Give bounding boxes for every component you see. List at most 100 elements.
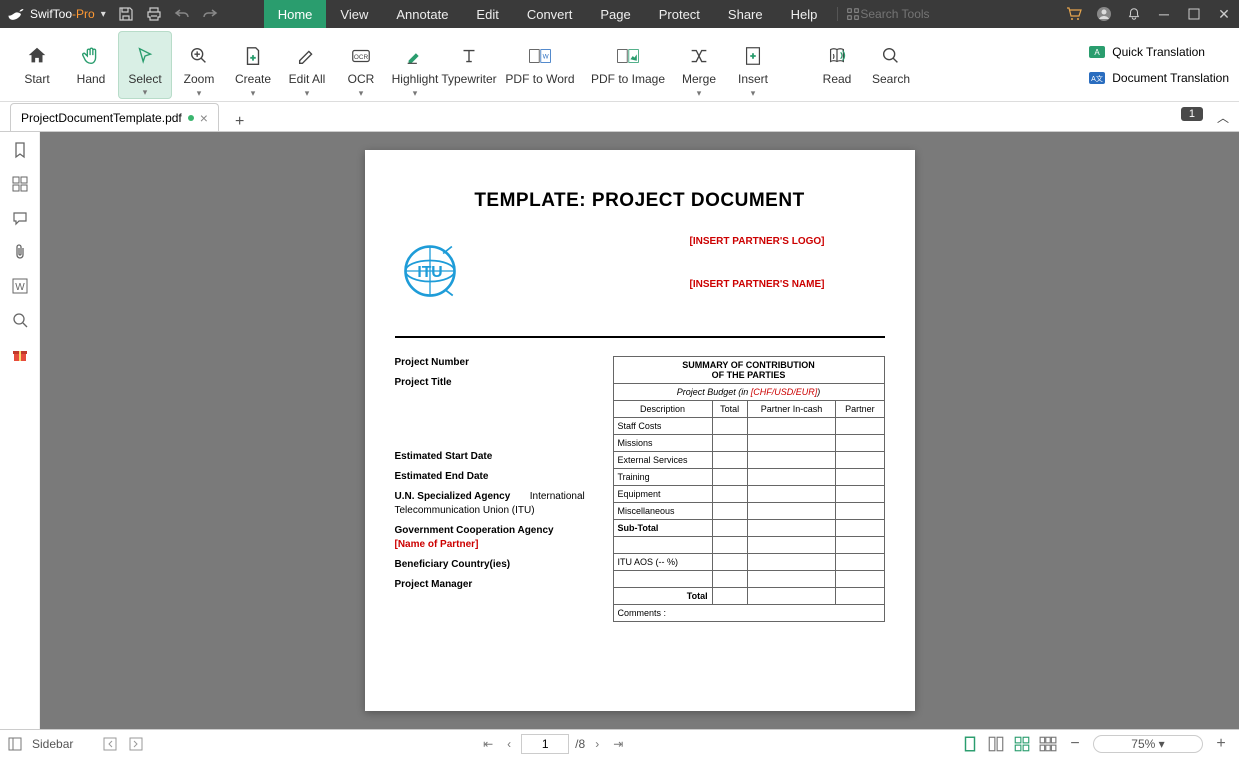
menu-share[interactable]: Share [714,0,777,28]
word-panel-icon[interactable]: W [10,276,30,296]
ribbon-search[interactable]: Search [864,31,918,99]
search-panel-icon[interactable] [10,310,30,330]
project-fields: Project Number Project Title Estimated S… [395,356,595,622]
undo-button[interactable] [168,0,196,28]
doc-title: TEMPLATE: PROJECT DOCUMENT [395,190,885,212]
first-page-icon[interactable]: ⇤ [479,737,497,751]
menu-view[interactable]: View [326,0,382,28]
ribbon-pdf-to-image[interactable]: PDF to Image [584,31,672,99]
menu-page[interactable]: Page [586,0,644,28]
ribbon-edit-all[interactable]: Edit All▾ [280,31,334,99]
svg-text:W: W [15,282,25,293]
collapse-ribbon-icon[interactable]: ︿ [1217,109,1229,126]
ribbon-ocr[interactable]: OCROCR▾ [334,31,388,99]
quick-translation[interactable]: AQuick Translation [1088,43,1229,61]
view-single-icon[interactable] [961,735,979,753]
minimize-button[interactable]: ─ [1149,0,1179,28]
svg-text:A: A [1095,48,1101,57]
ribbon-insert[interactable]: Insert▾ [726,31,780,99]
field-project-number: Project Number [395,356,595,370]
page-number-input[interactable] [521,734,569,754]
bell-icon[interactable] [1119,0,1149,28]
zoom-out-button[interactable]: − [1065,735,1085,753]
next-page-box-icon[interactable] [129,737,145,751]
search-input[interactable] [860,7,990,21]
status-bar: Sidebar ⇤ ‹ /8 › ⇥ − 75% ▾ + [0,729,1239,757]
menu-edit[interactable]: Edit [462,0,512,28]
ribbon-pdf-to-word[interactable]: WPDF to Word [496,31,584,99]
zoom-in-button[interactable]: + [1211,735,1231,753]
save-button[interactable] [112,0,140,28]
partner-name-placeholder: [INSERT PARTNER'S NAME] [690,279,825,290]
grid-icon [846,7,860,21]
menu-home[interactable]: Home [264,0,327,28]
redo-button[interactable] [196,0,224,28]
view-grid-icon[interactable] [1039,735,1057,753]
menu-protect[interactable]: Protect [645,0,714,28]
field-un-agency: U.N. Specialized Agency International Te… [395,490,595,518]
cart-icon[interactable] [1059,0,1089,28]
menu-convert[interactable]: Convert [513,0,587,28]
sidebar-label[interactable]: Sidebar [32,737,73,751]
sidebar-toggle-icon[interactable] [8,737,22,751]
menu-annotate[interactable]: Annotate [382,0,462,28]
ribbon: Start Hand Select▾ Zoom▾ Create▾ Edit Al… [0,28,1239,102]
prev-page-icon[interactable]: ‹ [503,737,515,751]
document-viewport[interactable]: TEMPLATE: PROJECT DOCUMENT ITU [INSERT P… [40,132,1239,729]
itu-logo-icon: ITU [395,236,465,306]
ribbon-side: AQuick Translation A文Document Translatio… [1088,43,1229,87]
page-content: TEMPLATE: PROJECT DOCUMENT ITU [INSERT P… [365,150,915,711]
ribbon-start[interactable]: Start [10,31,64,99]
main-menu: Home View Annotate Edit Convert Page Pro… [264,0,832,28]
field-gov-agency: Government Cooperation Agency [Name of P… [395,524,595,552]
ribbon-typewriter[interactable]: Typewriter [442,31,496,99]
next-page-icon[interactable]: › [591,737,603,751]
page-total: /8 [575,737,585,751]
menu-help[interactable]: Help [777,0,832,28]
field-project-manager: Project Manager [395,578,595,592]
svg-text:ITU: ITU [417,264,442,281]
ribbon-hand[interactable]: Hand [64,31,118,99]
svg-text:W: W [543,53,550,60]
view-facing-icon[interactable] [1013,735,1031,753]
thumbnails-icon[interactable] [10,174,30,194]
ribbon-select[interactable]: Select▾ [118,31,172,99]
divider [395,336,885,338]
user-icon[interactable] [1089,0,1119,28]
contribution-table: SUMMARY OF CONTRIBUTIONOF THE PARTIES Pr… [613,356,885,622]
ribbon-zoom[interactable]: Zoom▾ [172,31,226,99]
field-est-start: Estimated Start Date [395,450,595,464]
svg-text:OCR: OCR [354,53,369,60]
bookmarks-icon[interactable] [10,140,30,160]
ribbon-merge[interactable]: Merge▾ [672,31,726,99]
field-beneficiary: Beneficiary Country(ies) [395,558,595,572]
left-sidebar: W [0,132,40,729]
search-tools[interactable] [837,7,990,21]
ribbon-create[interactable]: Create▾ [226,31,280,99]
document-tab[interactable]: ProjectDocumentTemplate.pdf × [10,103,219,131]
document-tabs: ProjectDocumentTemplate.pdf × + 1 ︿ [0,102,1239,132]
tab-close-icon[interactable]: × [200,110,208,126]
app-name: SwifToo-Pro [30,7,95,21]
view-continuous-icon[interactable] [987,735,1005,753]
close-button[interactable]: ✕ [1209,0,1239,28]
attachments-icon[interactable] [10,242,30,262]
prev-page-box-icon[interactable] [103,737,119,751]
title-bar: SwifToo-Pro ▾ Home View Annotate Edit Co… [0,0,1239,28]
app-menu-dropdown[interactable]: ▾ [101,9,106,20]
field-est-end: Estimated End Date [395,470,595,484]
print-button[interactable] [140,0,168,28]
tab-title: ProjectDocumentTemplate.pdf [21,111,182,125]
zoom-select[interactable]: 75% ▾ [1093,735,1203,753]
main-area: W TEMPLATE: PROJECT DOCUMENT ITU [INSERT… [0,132,1239,729]
window-controls: ─ ✕ [1059,0,1239,28]
comments-icon[interactable] [10,208,30,228]
last-page-icon[interactable]: ⇥ [609,737,627,751]
gift-icon[interactable] [10,344,30,364]
ribbon-read[interactable]: Read [810,31,864,99]
unsaved-indicator-icon [188,115,194,121]
document-translation[interactable]: A文Document Translation [1088,69,1229,87]
new-tab-button[interactable]: + [229,113,250,131]
ribbon-highlight[interactable]: Highlight▾ [388,31,442,99]
maximize-button[interactable] [1179,0,1209,28]
